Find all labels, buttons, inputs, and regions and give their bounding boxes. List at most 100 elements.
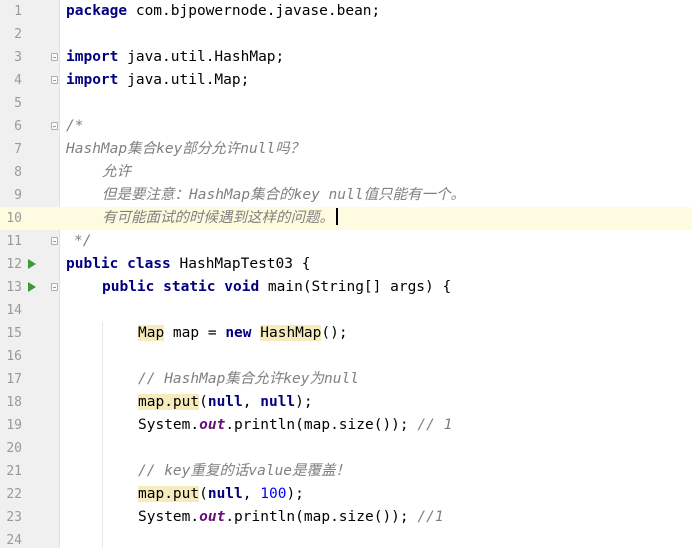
line-number: 22 [6,487,22,502]
code-line-15[interactable]: 15 Map map = new HashMap(); [0,322,692,345]
code-fragment: System. [138,509,200,525]
code-line-5[interactable]: 5 [0,92,692,115]
code-text: public class HashMapTest03 { [66,253,310,276]
code-line-10-current[interactable]: 10 有可能面试的时候遇到这样的问题。 [0,207,692,230]
line-number: 11 [6,234,22,249]
keyword: null [207,394,243,410]
number-literal: 100 [260,486,287,502]
line-number: 23 [6,510,22,525]
code-line-14[interactable]: 14 [0,299,692,322]
code-line-24[interactable]: 24 [0,529,692,552]
line-number: 6 [14,119,22,134]
line-number: 24 [6,533,22,548]
line-number: 18 [6,395,22,410]
run-method-icon[interactable] [28,282,36,292]
code-line-20[interactable]: 20 [0,437,692,460]
code-text: import java.util.HashMap; [66,46,284,69]
keyword: null [260,394,296,410]
run-class-icon[interactable] [28,259,36,269]
text-cursor [336,208,338,225]
comment-text: HashMap集合key部分允许null吗？ [66,141,305,157]
code-line-12[interactable]: 12 public class HashMapTest03 { [0,253,692,276]
line-number: 21 [6,464,22,479]
code-fragment: ); [295,394,313,410]
code-line-13[interactable]: 13 public static void main(String[] args… [0,276,692,299]
code-fragment: ( [199,486,208,502]
fold-icon[interactable] [51,122,58,130]
keyword: static [163,279,216,295]
code-fragment: (); [321,325,348,341]
line-number: 17 [6,372,22,387]
comment-text: 允许 [102,164,131,180]
line-comment: // key重复的话value是覆盖！ [138,463,351,479]
code-text: 有可能面试的时候遇到这样的问题。 [102,207,338,230]
line-number: 15 [6,326,22,341]
line-number: 20 [6,441,22,456]
method-call: map.put [138,394,200,410]
keyword: class [127,256,171,272]
code-line-17[interactable]: 17 // HashMap集合允许key为null [0,368,692,391]
code-line-1[interactable]: 1 package com.bjpowernode.javase.bean; [0,0,692,23]
code-text: package com.bjpowernode.javase.bean; [66,0,380,23]
code-line-4[interactable]: 4 import java.util.Map; [0,69,692,92]
code-line-2[interactable]: 2 [0,23,692,46]
line-number: 8 [14,165,22,180]
line-number: 10 [6,211,22,226]
import-path: java.util.HashMap; [118,49,285,65]
code-line-6[interactable]: 6 /* [0,115,692,138]
fold-end-icon[interactable] [51,76,58,84]
code-text: map.put(null, null); [138,391,313,414]
code-editor[interactable]: 1 package com.bjpowernode.javase.bean; 2… [0,0,692,548]
method-call: map.put [138,486,200,502]
line-number: 4 [14,73,22,88]
keyword: public [66,256,119,272]
code-text: public static void main(String[] args) { [102,276,451,299]
code-line-19[interactable]: 19 System.out.println(map.size()); // 1 [0,414,692,437]
line-number: 7 [14,142,22,157]
line-number: 5 [14,96,22,111]
class-declaration: HashMapTest03 { [170,256,311,272]
code-text: Map map = new HashMap(); [138,322,348,345]
comment-text: 有可能面试的时候遇到这样的问题。 [102,210,334,226]
code-fragment: , [242,394,261,410]
comment-start: /* [66,118,84,134]
line-number: 19 [6,418,22,433]
code-fragment: .println(map.size()); [225,417,418,433]
static-field: out [199,509,226,525]
code-line-7[interactable]: 7 HashMap集合key部分允许null吗？ [0,138,692,161]
line-number: 13 [6,280,22,295]
code-line-11[interactable]: 11 */ [0,230,692,253]
code-fragment: map = [164,325,226,341]
keyword: public [102,279,155,295]
comment-text: 但是要注意：HashMap集合的key null值只能有一个。 [102,187,465,203]
code-line-22[interactable]: 22 map.put(null, 100); [0,483,692,506]
code-fragment: System. [138,417,200,433]
line-number: 9 [14,188,22,203]
keyword: import [66,49,119,65]
package-name: com.bjpowernode.javase.bean; [127,3,381,19]
keyword: import [66,72,119,88]
code-text: System.out.println(map.size()); //1 [138,506,444,529]
line-number: 14 [6,303,22,318]
code-line-9[interactable]: 9 但是要注意：HashMap集合的key null值只能有一个。 [0,184,692,207]
fold-icon[interactable] [51,53,58,61]
code-line-23[interactable]: 23 System.out.println(map.size()); //1 [0,506,692,529]
method-signature: main(String[] args) { [259,279,452,295]
code-line-18[interactable]: 18 map.put(null, null); [0,391,692,414]
keyword: void [224,279,260,295]
keyword: null [207,486,243,502]
code-line-21[interactable]: 21 // key重复的话value是覆盖！ [0,460,692,483]
line-comment: // HashMap集合允许key为null [138,371,359,387]
fold-end-icon[interactable] [51,237,58,245]
code-fragment: .println(map.size()); [225,509,418,525]
comment-end: */ [74,233,92,249]
code-line-3[interactable]: 3 import java.util.HashMap; [0,46,692,69]
fold-icon[interactable] [51,283,58,291]
import-path: java.util.Map; [118,72,250,88]
code-fragment: , [242,486,261,502]
code-line-8[interactable]: 8 允许 [0,161,692,184]
line-comment: //1 [417,509,444,525]
code-text: map.put(null, 100); [138,483,304,506]
code-line-16[interactable]: 16 [0,345,692,368]
code-text: System.out.println(map.size()); // 1 [138,414,452,437]
